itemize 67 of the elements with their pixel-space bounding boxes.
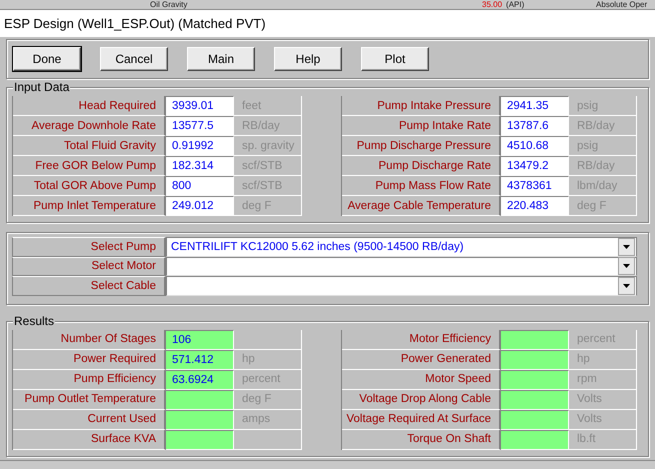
field-label: Free GOR Below Pump xyxy=(13,156,166,176)
field-label: Pump Intake Pressure xyxy=(342,96,501,116)
field-label: Motor Speed xyxy=(342,370,501,390)
result-field xyxy=(501,330,569,350)
field-label: Pump Mass Flow Rate xyxy=(342,176,501,196)
result-field xyxy=(501,370,569,390)
input-field[interactable]: 13577.5 xyxy=(166,116,234,136)
result-field xyxy=(501,410,569,430)
unit-cell xyxy=(234,430,302,450)
background-label: Oil Gravity xyxy=(150,0,188,9)
result-field xyxy=(166,390,234,410)
input-field[interactable]: 182.314 xyxy=(166,156,234,176)
result-field xyxy=(166,430,234,450)
result-field xyxy=(501,390,569,410)
field-label: Pump Discharge Rate xyxy=(342,156,501,176)
unit-cell xyxy=(234,330,302,350)
result-field: 63.6924 xyxy=(166,370,234,390)
field-label: Head Required xyxy=(13,96,166,116)
background-unit: (API) xyxy=(506,0,526,9)
input-field[interactable]: 249.012 xyxy=(166,196,234,216)
field-label: Motor Efficiency xyxy=(342,330,501,350)
field-label: Select Motor xyxy=(12,256,166,276)
field-label: Pump Efficiency xyxy=(13,370,166,390)
dialog-button[interactable]: Main xyxy=(187,47,255,71)
group-title: Input Data xyxy=(13,80,70,94)
input-field[interactable]: 4510.68 xyxy=(501,136,569,156)
input-field[interactable]: 13479.2 xyxy=(501,156,569,176)
background-label: Absolute Oper xyxy=(596,0,648,9)
field-label: Total GOR Above Pump xyxy=(13,176,166,196)
background-value: 35.00 xyxy=(482,0,502,9)
dropdown[interactable]: CENTRILIFT KC12000 5.62 inches (9500-14500 RB/day) xyxy=(166,237,637,256)
field-label: Surface KVA xyxy=(13,430,166,450)
field-label: Voltage Drop Along Cable xyxy=(342,390,501,410)
field-label: Total Fluid Gravity xyxy=(13,136,166,156)
dropdown[interactable] xyxy=(166,276,637,296)
input-field[interactable]: 3939.01 xyxy=(166,96,234,116)
dropdown[interactable] xyxy=(166,256,637,276)
input-field[interactable]: 2941.35 xyxy=(501,96,569,116)
input-field[interactable]: 13787.6 xyxy=(501,116,569,136)
field-label: Power Generated xyxy=(342,350,501,370)
input-field[interactable]: 800 xyxy=(166,176,234,196)
input-field[interactable]: 4378361 xyxy=(501,176,569,196)
field-label: Average Downhole Rate xyxy=(13,116,166,136)
field-label: Current Used xyxy=(13,410,166,430)
field-label: Voltage Required At Surface xyxy=(342,410,501,430)
field-label: Select Cable xyxy=(12,276,166,296)
input-field[interactable]: 220.483 xyxy=(501,196,569,216)
field-label: Pump Inlet Temperature xyxy=(13,196,166,216)
input-field[interactable]: 0.91992 xyxy=(166,136,234,156)
dialog-button[interactable]: Done xyxy=(13,47,81,71)
dialog-button[interactable]: Cancel xyxy=(100,47,168,71)
window-title: ESP Design (Well1_ESP.Out) (Matched PVT) xyxy=(0,10,655,37)
result-field xyxy=(501,350,569,370)
field-label: Average Cable Temperature xyxy=(342,196,501,216)
field-label: Pump Outlet Temperature xyxy=(13,390,166,410)
result-field xyxy=(166,410,234,430)
field-label: Pump Intake Rate xyxy=(342,116,501,136)
field-label: Power Required xyxy=(13,350,166,370)
result-field: 106 xyxy=(166,330,234,350)
dialog-button[interactable]: Help xyxy=(274,47,342,71)
dialog-button[interactable]: Plot xyxy=(361,47,429,71)
result-field xyxy=(501,430,569,450)
group-title: Results xyxy=(13,314,56,328)
field-label: Pump Discharge Pressure xyxy=(342,136,501,156)
field-label: Number Of Stages xyxy=(13,330,166,350)
result-field: 571.412 xyxy=(166,350,234,370)
field-label: Torque On Shaft xyxy=(342,430,501,450)
